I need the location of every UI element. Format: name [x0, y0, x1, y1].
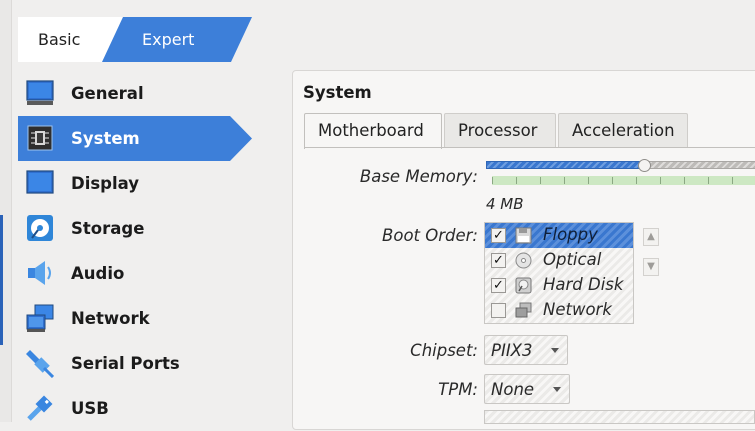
storage-icon — [27, 215, 53, 241]
boot-item-label: Network — [543, 300, 612, 319]
system-icon — [27, 125, 53, 151]
boot-item-label: Hard Disk — [543, 275, 624, 294]
list-item[interactable]: ✓ Floppy — [485, 223, 633, 248]
sidebar-item-label: Audio — [71, 264, 125, 283]
optical-disc-icon — [515, 252, 532, 269]
tpm-label: TPM: — [438, 380, 478, 399]
tab-processor[interactable]: Processor — [444, 113, 556, 147]
slider-handle[interactable] — [638, 159, 651, 172]
chipset-select[interactable]: PIIX3 — [484, 335, 568, 365]
base-memory-slider[interactable] — [486, 159, 755, 187]
floppy-icon — [515, 227, 532, 244]
chevron-down-icon — [553, 387, 561, 392]
tpm-select[interactable]: None — [484, 374, 570, 404]
network-icon — [26, 304, 54, 332]
tab-label: Processor — [458, 121, 538, 140]
usb-icon — [27, 395, 53, 421]
boot-optical-checkbox[interactable]: ✓ — [491, 253, 506, 268]
audio-icon — [28, 261, 51, 285]
tab-label: Acceleration — [572, 121, 675, 140]
sidebar-item-label: Network — [71, 309, 150, 328]
tab-label: Motherboard — [318, 121, 424, 140]
sidebar-item-label: Storage — [71, 219, 145, 238]
tab-acceleration[interactable]: Acceleration — [558, 113, 688, 147]
mode-switcher: Basic Expert — [18, 17, 252, 62]
boot-order-list: ✓ Floppy ✓ Optical ✓ Hard Disk Network — [484, 222, 634, 324]
network-boot-icon — [515, 302, 532, 318]
boot-floppy-checkbox[interactable]: ✓ — [491, 228, 506, 243]
mode-tab-basic-label: Basic — [38, 30, 81, 49]
display-icon — [26, 170, 54, 194]
tab-divider — [304, 147, 755, 148]
list-item[interactable]: ✓ Optical — [485, 248, 633, 273]
sidebar-item-general[interactable]: General — [18, 71, 258, 116]
base-memory-label: Base Memory: — [359, 167, 478, 186]
chipset-value: PIIX3 — [491, 341, 533, 360]
move-up-button[interactable]: ▲ — [643, 228, 659, 246]
mode-tab-expert-label: Expert — [142, 30, 195, 49]
settings-sidebar: General System Display Storage Audio Net… — [18, 71, 258, 431]
sidebar-item-storage[interactable]: Storage — [18, 206, 258, 251]
general-icon — [26, 80, 54, 105]
sidebar-item-serial-ports[interactable]: Serial Ports — [18, 341, 258, 386]
sidebar-item-display[interactable]: Display — [18, 161, 258, 206]
sidebar-item-label: Serial Ports — [71, 354, 180, 373]
move-down-button[interactable]: ▼ — [643, 258, 659, 276]
chevron-down-icon — [551, 348, 559, 353]
sidebar-item-label: System — [71, 129, 140, 148]
sidebar-item-audio[interactable]: Audio — [18, 251, 258, 296]
boot-hard-disk-checkbox[interactable]: ✓ — [491, 278, 506, 293]
hard-disk-icon — [515, 277, 532, 294]
sidebar-item-system[interactable]: System — [18, 116, 252, 161]
sidebar-item-label: Display — [71, 174, 140, 193]
sidebar-item-label: General — [71, 84, 144, 103]
list-item[interactable]: ✓ Hard Disk — [485, 273, 633, 298]
boot-order-label: Boot Order: — [382, 226, 478, 245]
tpm-value: None — [491, 380, 535, 399]
boot-item-label: Floppy — [543, 225, 598, 244]
serial-ports-icon — [26, 350, 54, 378]
page-title: System — [303, 83, 372, 102]
base-memory-value: 4 MB — [486, 195, 524, 213]
mode-tab-expert[interactable]: Expert — [102, 17, 252, 62]
sidebar-item-label: USB — [71, 399, 109, 418]
window-left-edge — [0, 0, 12, 422]
sidebar-item-usb[interactable]: USB — [18, 386, 258, 431]
boot-network-checkbox[interactable] — [491, 303, 506, 318]
list-item[interactable]: Network — [485, 298, 633, 323]
chipset-label: Chipset: — [410, 341, 478, 360]
sidebar-item-network[interactable]: Network — [18, 296, 258, 341]
boot-item-label: Optical — [543, 250, 602, 269]
tab-motherboard[interactable]: Motherboard — [304, 113, 442, 149]
